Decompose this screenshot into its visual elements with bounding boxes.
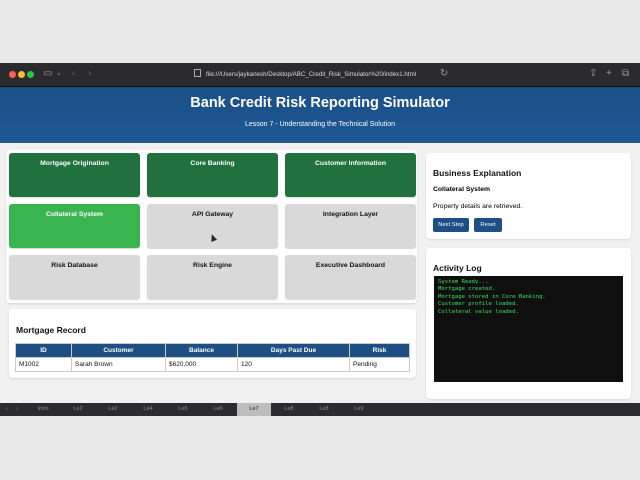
column-header: Days Past Due [237, 343, 350, 358]
tile-mortgage-origination[interactable]: Mortgage Origination [9, 153, 140, 197]
minimize-window-button[interactable] [18, 71, 25, 78]
tab-lesson[interactable]: Le6 [201, 403, 235, 416]
app-header: Bank Credit Risk Reporting Simulator Les… [0, 87, 640, 143]
tile-integration-layer[interactable]: Integration Layer [285, 204, 416, 248]
cell-customer: Sarah Brown [71, 357, 166, 372]
mortgage-record-table: ID Customer Balance Days Past Due Risk M… [15, 343, 410, 372]
activity-log-panel: Activity Log System Ready... Mortgage cr… [426, 248, 631, 399]
log-line: System Ready... [438, 279, 489, 285]
tile-customer-information[interactable]: Customer Information [285, 153, 416, 197]
tab-overview-icon[interactable]: ⧉ [622, 67, 629, 81]
table-row: M1002 Sarah Brown $620,000 120 Pending [15, 357, 410, 372]
tile-core-banking[interactable]: Core Banking [147, 153, 278, 197]
tab-lesson[interactable]: Le2 [61, 403, 95, 416]
column-header: Customer [71, 343, 166, 358]
page-title: Bank Credit Risk Reporting Simulator [190, 95, 450, 111]
browser-toolbar: ▭ ⌄ ‹ › file:///Users/jaykanesh/Desktop/… [0, 63, 640, 87]
tile-executive-dashboard[interactable]: Executive Dashboard [285, 255, 416, 299]
column-header: ID [15, 343, 72, 358]
log-line: Collateral value loaded. [438, 308, 519, 315]
process-flow-panel: Mortgage Origination Core Banking Custom… [6, 150, 417, 303]
address-text: file:///Users/jaykanesh/Desktop/ABC_Cred… [206, 71, 417, 78]
reset-button[interactable]: Reset [474, 218, 502, 232]
tab-scroll-left-icon[interactable]: ‹ [2, 403, 12, 416]
address-bar[interactable]: file:///Users/jaykanesh/Desktop/ABC_Cred… [194, 69, 454, 81]
tab-intro[interactable]: Intro [26, 403, 60, 416]
column-header: Risk [349, 343, 410, 358]
tab-lesson[interactable]: Le5 [166, 403, 200, 416]
next-step-button[interactable]: Next Step [433, 218, 469, 232]
log-line: Mortgage created. [438, 286, 496, 293]
cell-risk: Pending [349, 357, 410, 372]
forward-icon[interactable]: › [88, 67, 91, 81]
new-tab-icon[interactable]: + [606, 67, 612, 81]
tile-risk-database[interactable]: Risk Database [9, 255, 140, 299]
back-icon[interactable]: ‹ [72, 67, 75, 81]
tab-lesson[interactable]: Le9 [342, 403, 376, 416]
explanation-system-name: Collateral System [433, 186, 491, 193]
lesson-subtitle: Lesson 7 - Understanding the Technical S… [244, 121, 396, 128]
sheet-tab-strip: ‹ › Intro Le2 Le2 Le4 Le5 Le6 Le7 Le8 Le… [0, 403, 640, 416]
share-icon[interactable]: ⇪ [589, 67, 597, 81]
cell-days-past-due: 120 [237, 357, 350, 372]
zoom-window-button[interactable] [27, 71, 34, 78]
tile-collateral-system[interactable]: Collateral System [9, 204, 140, 248]
tab-lesson[interactable]: Le4 [131, 403, 165, 416]
explanation-title: Business Explanation [433, 168, 522, 178]
tile-risk-engine[interactable]: Risk Engine [147, 255, 278, 299]
tab-lesson[interactable]: Le8 [307, 403, 341, 416]
mortgage-record-panel: Mortgage Record ID Customer Balance Days… [9, 309, 416, 378]
log-line: Customer profile loaded. [438, 301, 519, 308]
page-icon [194, 69, 201, 77]
explanation-text: Property details are retrieved. [433, 203, 523, 210]
mortgage-record-title: Mortgage Record [16, 325, 86, 335]
cell-balance: $620,000 [165, 357, 238, 372]
tab-lesson[interactable]: Le2 [96, 403, 130, 416]
column-header: Balance [165, 343, 238, 358]
table-header-row: ID Customer Balance Days Past Due Risk [15, 343, 410, 358]
reload-icon[interactable]: ↻ [440, 67, 448, 81]
tab-lesson-active[interactable]: Le7 [237, 403, 271, 416]
tab-lesson[interactable]: Le8 [272, 403, 306, 416]
activity-log-title: Activity Log [433, 263, 482, 273]
browser-window: ▭ ⌄ ‹ › file:///Users/jaykanesh/Desktop/… [0, 63, 640, 416]
chevron-down-icon[interactable]: ⌄ [56, 67, 62, 81]
close-window-button[interactable] [9, 71, 16, 78]
log-line: Mortgage stored in Core Banking. [438, 293, 546, 300]
business-explanation-panel: Business Explanation Collateral System P… [426, 153, 631, 239]
cell-id: M1002 [15, 357, 72, 372]
sidebar-icon[interactable]: ▭ [43, 67, 52, 81]
tab-scroll-right-icon[interactable]: › [12, 403, 22, 416]
activity-log-console: System Ready... Mortgage created. Mortga… [434, 276, 623, 382]
